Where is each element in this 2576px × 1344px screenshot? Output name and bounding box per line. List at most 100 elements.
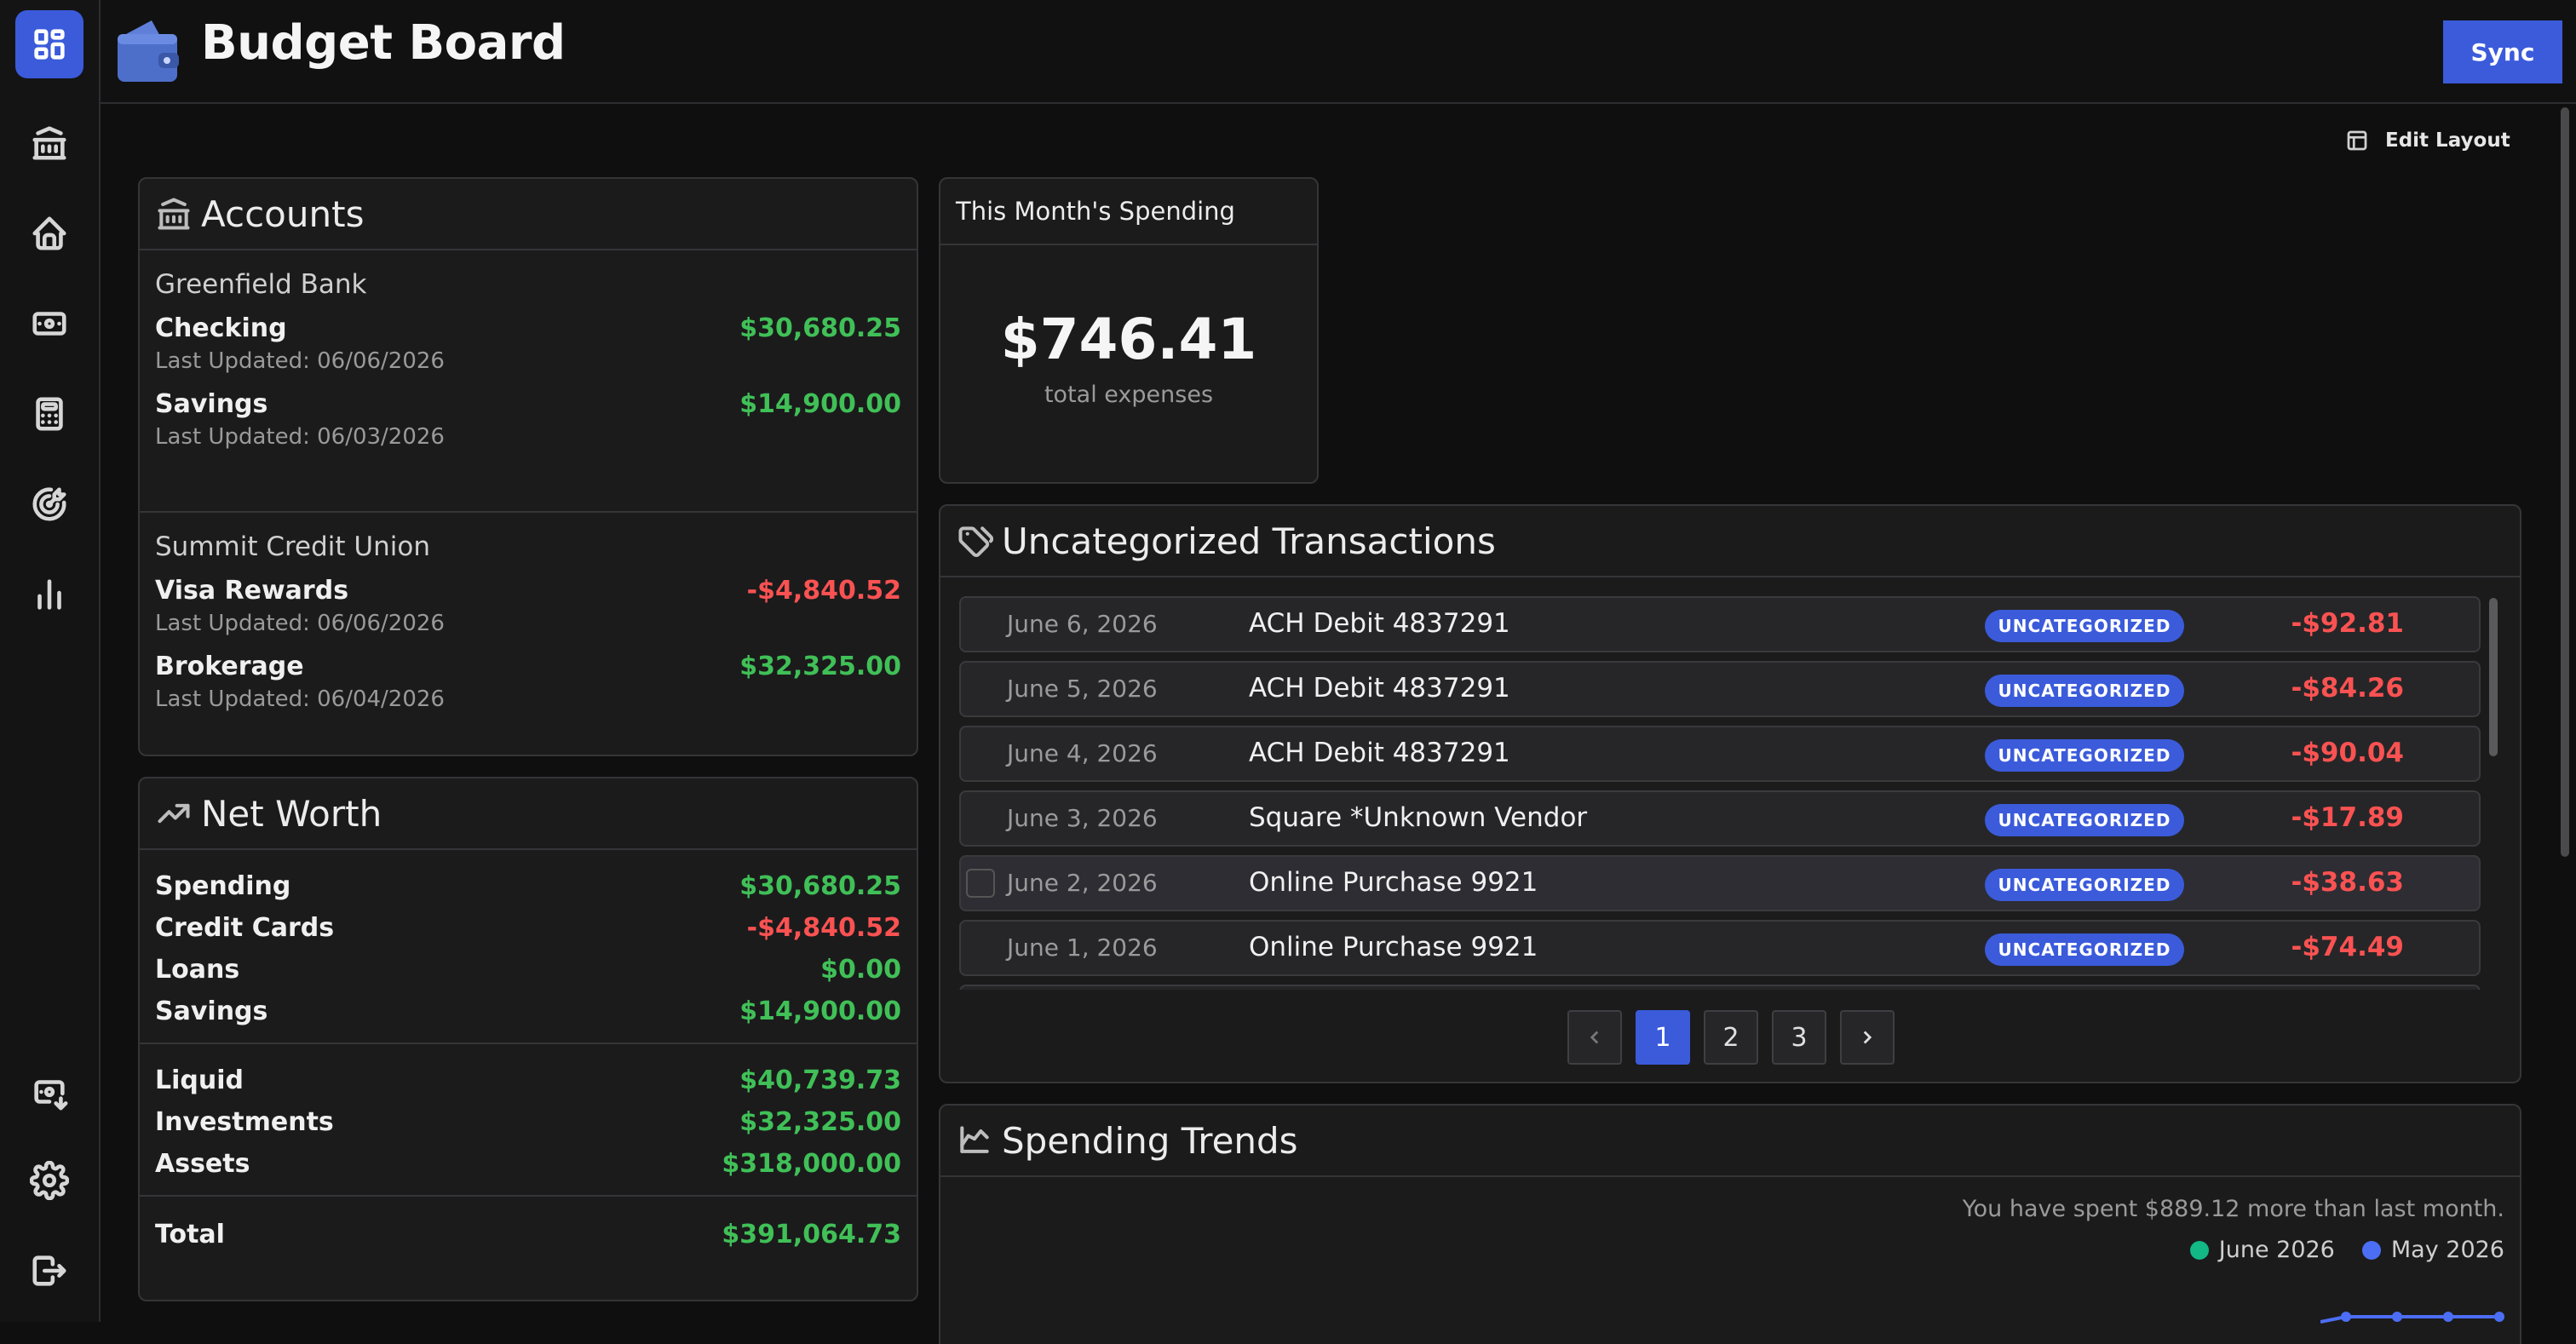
net-worth-label: Loans <box>155 955 240 985</box>
legend-item-may[interactable]: May 2026 <box>2361 1237 2504 1263</box>
category-badge[interactable]: UNCATEGORIZED <box>1985 610 2184 642</box>
net-worth-row: Assets $318,000.00 <box>140 1143 917 1185</box>
spending-trend-note: You have spent $889.12 more than last mo… <box>1962 1196 2504 1222</box>
legend-item-june[interactable]: June 2026 <box>2189 1237 2335 1263</box>
sidebar-item-trends[interactable] <box>15 560 83 629</box>
account-name: Visa Rewards <box>155 576 349 606</box>
account-row-savings[interactable]: Savings $14,900.00 <box>155 389 901 419</box>
sidebar-item-logout[interactable] <box>15 1237 83 1305</box>
uncategorized-header: Uncategorized Transactions <box>940 506 2520 577</box>
line-chart-icon <box>960 1126 989 1153</box>
app-header: Budget Board Sync <box>101 0 2576 104</box>
sidebar-item-transactions[interactable] <box>15 290 83 358</box>
account-group-greenfield: Greenfield Bank Checking $30,680.25 Last… <box>140 269 917 511</box>
account-updated: Last Updated: 06/04/2026 <box>155 686 445 712</box>
net-worth-label: Credit Cards <box>155 913 335 943</box>
net-worth-section-2: Liquid $40,739.73 Investments $32,325.00 A… <box>140 1044 917 1195</box>
transaction-amount: -$92.81 <box>2291 608 2405 639</box>
accounts-title: Accounts <box>201 192 365 235</box>
transaction-amount: -$17.89 <box>2291 802 2405 833</box>
layout-icon <box>2347 130 2367 151</box>
net-worth-value: $32,325.00 <box>739 1107 901 1137</box>
account-updated: Last Updated: 06/06/2026 <box>155 611 445 636</box>
app-title: Budget Board <box>201 15 566 71</box>
category-badge[interactable]: UNCATEGORIZED <box>1985 933 2184 966</box>
sidebar-item-budgets[interactable] <box>15 380 83 448</box>
net-worth-label: Spending <box>155 871 291 901</box>
chevron-left-icon <box>1590 1031 1599 1044</box>
account-row-brokerage[interactable]: Brokerage $32,325.00 <box>155 652 901 681</box>
trend-line-partial <box>2320 1312 2504 1324</box>
dashboard-icon <box>34 29 65 60</box>
account-updated: Last Updated: 06/06/2026 <box>155 348 445 374</box>
main-scrollbar[interactable] <box>2561 107 2569 857</box>
sidebar-item-import[interactable] <box>15 1058 83 1126</box>
next-page-button[interactable] <box>1840 1010 1895 1065</box>
bank-name: Summit Credit Union <box>155 531 430 562</box>
bar-chart-icon <box>37 579 61 610</box>
net-worth-header: Net Worth <box>140 778 917 850</box>
edit-layout-button[interactable]: Edit Layout <box>2344 128 2510 153</box>
net-worth-total-row: Total $391,064.73 <box>140 1214 917 1255</box>
net-worth-card: Net Worth Spending $30,680.25 Credit Card… <box>138 777 918 1301</box>
account-name: Brokerage <box>155 652 304 681</box>
settings-icon <box>30 1161 69 1200</box>
transaction-row[interactable]: June 5, 2026 ACH Debit 4837291 UNCATEGOR… <box>959 661 2481 717</box>
legend-dot <box>2361 1240 2381 1260</box>
transaction-row[interactable]: June 2, 2026 Online Purchase 9921 UNCATE… <box>959 855 2481 911</box>
sidebar-item-goals[interactable] <box>15 470 83 538</box>
cash-icon <box>32 312 66 336</box>
net-worth-value: -$4,840.52 <box>746 913 901 943</box>
home-icon <box>32 216 66 250</box>
month-spending-title: This Month's Spending <box>940 179 1317 245</box>
divider <box>140 511 917 513</box>
accounts-header: Accounts <box>140 179 917 250</box>
category-badge[interactable]: UNCATEGORIZED <box>1985 804 2184 836</box>
transaction-row[interactable]: June 3, 2026 Square *Unknown Vendor UNCA… <box>959 790 2481 847</box>
sidebar-item-accounts[interactable] <box>15 109 83 177</box>
net-worth-value: $30,680.25 <box>739 871 901 901</box>
uncategorized-transactions-card: Uncategorized Transactions June 6, 2026 … <box>939 504 2521 1083</box>
category-badge[interactable]: UNCATEGORIZED <box>1985 739 2184 772</box>
transaction-amount: -$84.26 <box>2291 673 2405 704</box>
sidebar-item-home[interactable] <box>15 199 83 267</box>
prev-page-button[interactable] <box>1567 1010 1622 1065</box>
transaction-description: Square *Unknown Vendor <box>1249 802 1588 833</box>
category-badge[interactable]: UNCATEGORIZED <box>1985 869 2184 901</box>
transaction-row-partial[interactable] <box>959 985 2481 990</box>
transaction-list-scrollbar[interactable] <box>2489 598 2498 756</box>
net-worth-label: Investments <box>155 1107 334 1137</box>
transaction-row[interactable]: June 1, 2026 Online Purchase 9921 UNCATE… <box>959 920 2481 976</box>
category-badge[interactable]: UNCATEGORIZED <box>1985 675 2184 707</box>
pagination: 1 2 3 <box>1567 1010 1895 1065</box>
page-button-2[interactable]: 2 <box>1704 1010 1758 1065</box>
legend-dot <box>2189 1240 2209 1260</box>
transaction-checkbox[interactable] <box>966 869 995 898</box>
net-worth-total-label: Total <box>155 1220 225 1249</box>
page-button-1[interactable]: 1 <box>1636 1010 1690 1065</box>
transaction-row[interactable]: June 6, 2026 ACH Debit 4837291 UNCATEGOR… <box>959 596 2481 652</box>
uncategorized-title: Uncategorized Transactions <box>1002 520 1496 562</box>
transaction-row[interactable]: June 4, 2026 ACH Debit 4837291 UNCATEGOR… <box>959 726 2481 782</box>
net-worth-value: $0.00 <box>820 955 901 985</box>
transaction-date: June 4, 2026 <box>1007 739 1158 767</box>
account-row-visa-rewards[interactable]: Visa Rewards -$4,840.52 <box>155 576 901 606</box>
sidebar-item-settings[interactable] <box>15 1146 83 1215</box>
account-balance: $14,900.00 <box>739 389 901 419</box>
tag-icon <box>958 526 993 557</box>
transaction-amount: -$74.49 <box>2291 932 2405 962</box>
net-worth-title: Net Worth <box>201 792 382 835</box>
account-balance: -$4,840.52 <box>746 576 901 606</box>
transaction-description: ACH Debit 4837291 <box>1249 738 1510 768</box>
page-button-3[interactable]: 3 <box>1772 1010 1826 1065</box>
net-worth-total-value: $391,064.73 <box>722 1220 901 1249</box>
transaction-description: ACH Debit 4837291 <box>1249 608 1510 639</box>
account-row-checking[interactable]: Checking $30,680.25 <box>155 313 901 343</box>
sync-button[interactable]: Sync <box>2443 20 2562 83</box>
sidebar-item-dashboard[interactable] <box>15 10 83 78</box>
transaction-date: June 6, 2026 <box>1007 610 1158 638</box>
trending-up-icon <box>158 803 190 824</box>
net-worth-label: Assets <box>155 1149 250 1179</box>
bank-name: Greenfield Bank <box>155 269 367 300</box>
account-balance: $32,325.00 <box>739 652 901 681</box>
